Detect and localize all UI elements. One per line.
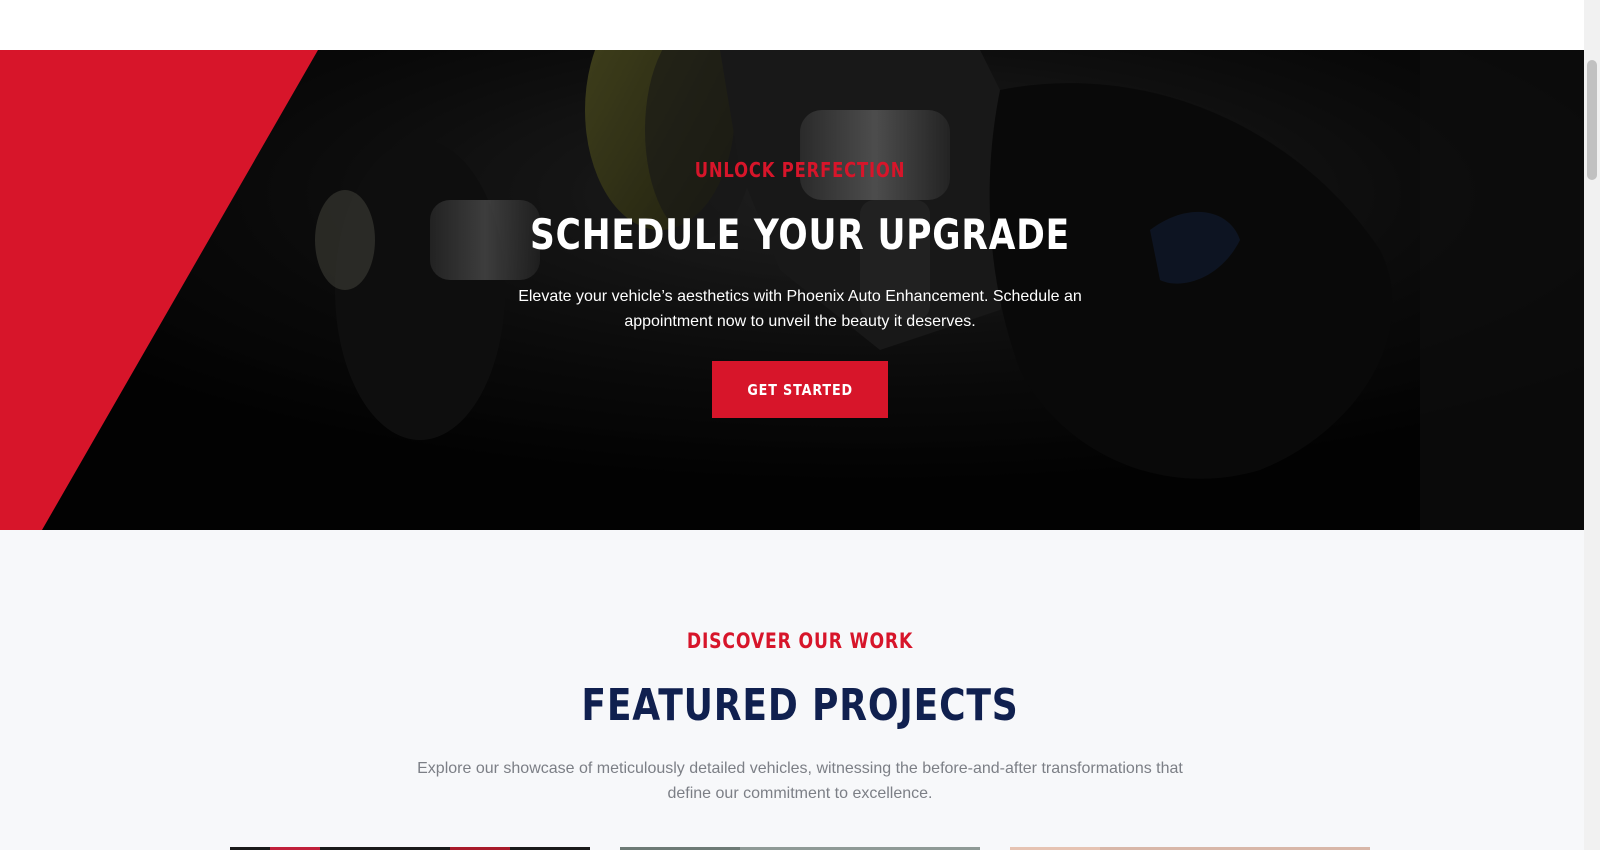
hero-title: SCHEDULE YOUR UPGRADE <box>530 210 1070 259</box>
scrollbar-thumb[interactable] <box>1587 60 1597 180</box>
site-header <box>0 0 1600 50</box>
schedule-hero-section: UNLOCK PERFECTION SCHEDULE YOUR UPGRADE … <box>0 50 1584 530</box>
hero-eyebrow: UNLOCK PERFECTION <box>694 158 906 182</box>
projects-description: Explore our showcase of meticulously det… <box>417 760 1183 802</box>
hero-description: Elevate your vehicle’s aesthetics with P… <box>518 288 1082 330</box>
hero-content: UNLOCK PERFECTION SCHEDULE YOUR UPGRADE … <box>0 50 1584 530</box>
projects-title: FEATURED PROJECTS <box>581 680 1019 731</box>
page-scrollbar[interactable] <box>1584 0 1600 850</box>
projects-eyebrow: DISCOVER OUR WORK <box>686 629 914 653</box>
featured-projects-section: DISCOVER OUR WORK FEATURED PROJECTS Expl… <box>0 530 1584 850</box>
get-started-button[interactable]: GET STARTED <box>712 361 888 418</box>
get-started-label: GET STARTED <box>747 380 853 399</box>
